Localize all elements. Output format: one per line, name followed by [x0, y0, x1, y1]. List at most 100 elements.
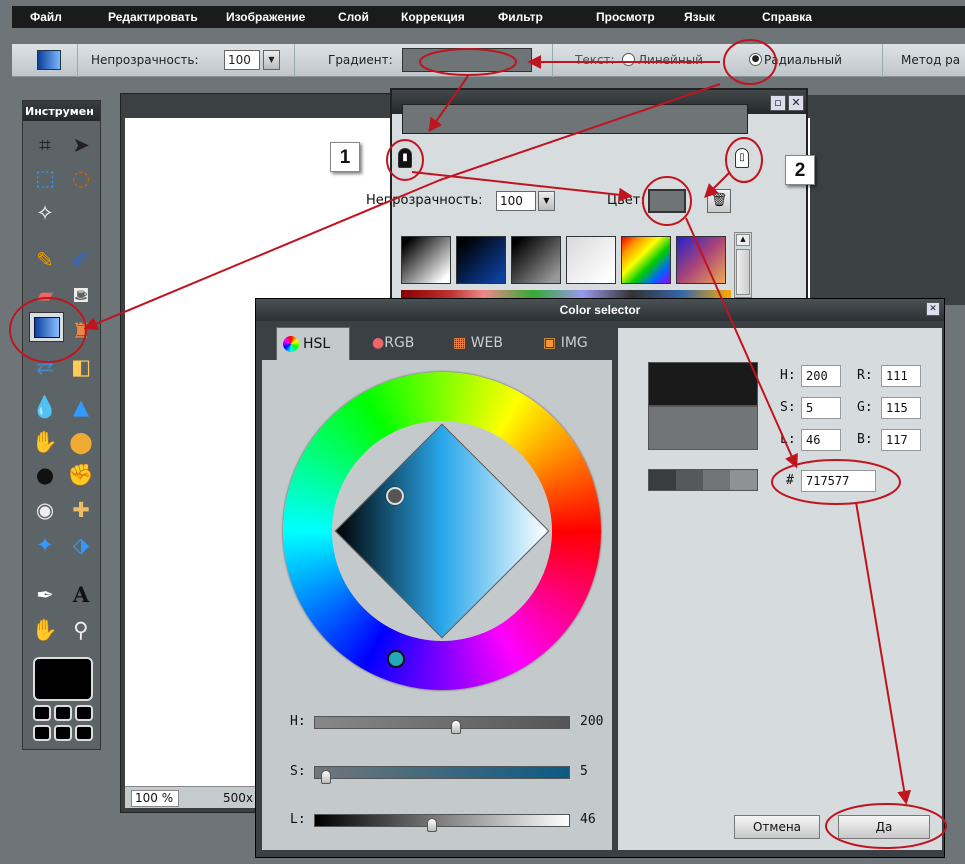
h-slider-track[interactable]: [314, 716, 570, 729]
spot-heal-icon[interactable]: ✚: [66, 495, 96, 525]
g-field[interactable]: 115: [881, 397, 921, 419]
preset-gradient-2[interactable]: [456, 236, 506, 284]
menu-view[interactable]: Просмотр: [596, 10, 655, 24]
b-field[interactable]: 117: [881, 429, 921, 451]
move-icon[interactable]: ➤: [66, 130, 96, 160]
magic-wand-icon[interactable]: ✧: [30, 198, 60, 228]
stop-color-label: Цвет:: [607, 193, 645, 208]
r-field-label: R:: [857, 368, 873, 383]
bloat-icon[interactable]: ✦: [30, 530, 60, 560]
dodge-icon[interactable]: ✊: [66, 460, 96, 490]
hue-picker-handle[interactable]: [387, 650, 405, 668]
tab-web-label: WEB: [470, 335, 503, 351]
preset-gradient-6[interactable]: [676, 236, 726, 284]
cancel-button[interactable]: Отмена: [734, 815, 820, 839]
menu-help[interactable]: Справка: [762, 10, 812, 24]
s-field[interactable]: 5: [801, 397, 841, 419]
h-slider-value: 200: [580, 714, 604, 729]
brush-icon[interactable]: ✐: [66, 245, 96, 275]
tab-hsl[interactable]: HSL: [276, 327, 350, 361]
l-slider-thumb[interactable]: [427, 818, 437, 832]
preset-scrollbar[interactable]: ▲: [734, 232, 752, 298]
h-field-label: H:: [780, 368, 796, 383]
options-bar: Непрозрачность: 100 ▼ Градиент: Текст: Л…: [12, 44, 965, 77]
stamp-icon[interactable]: ♜: [66, 316, 96, 346]
foreground-color-swatch[interactable]: [33, 657, 93, 701]
gradient-tool-icon[interactable]: [37, 50, 61, 70]
text-tool-icon[interactable]: A: [66, 580, 96, 610]
stop-opacity-label: Непрозрачность:: [366, 193, 483, 208]
opacity-dropdown-button[interactable]: ▼: [263, 50, 280, 70]
hand-icon[interactable]: ✋: [30, 615, 60, 645]
menu-bar: Файл Редактировать Изображение Слой Корр…: [12, 6, 965, 28]
stop-opacity-input[interactable]: 100: [496, 191, 536, 211]
ok-button[interactable]: Да: [838, 815, 930, 839]
preset-gradient-3[interactable]: [511, 236, 561, 284]
toolbox-title: Инструмен: [23, 101, 100, 121]
menu-language[interactable]: Язык: [684, 10, 715, 24]
gradient-stop-left[interactable]: ▮: [398, 148, 412, 168]
restore-icon[interactable]: ▫: [770, 95, 786, 111]
recent-colors[interactable]: [648, 469, 758, 491]
l-field[interactable]: 46: [801, 429, 841, 451]
s-slider-thumb[interactable]: [321, 770, 331, 784]
l-field-label: L:: [780, 432, 796, 447]
h-field[interactable]: 200: [801, 365, 841, 387]
color-selector-title: Color selector: [256, 299, 944, 321]
dialog-close-icon[interactable]: ✕: [926, 302, 940, 316]
close-icon[interactable]: ✕: [788, 95, 804, 111]
callout-2: 2: [785, 155, 815, 185]
blur-icon[interactable]: 💧: [30, 392, 60, 422]
pencil-icon[interactable]: ✎: [30, 245, 60, 275]
menu-image[interactable]: Изображение: [226, 10, 305, 24]
opacity-input[interactable]: 100: [224, 50, 260, 70]
h-slider-thumb[interactable]: [451, 720, 461, 734]
menu-filter[interactable]: Фильтр: [498, 10, 543, 24]
tab-web[interactable]: ▦ WEB: [453, 327, 503, 360]
burn-icon[interactable]: ●: [30, 460, 60, 490]
preset-gradient-4[interactable]: [566, 236, 616, 284]
tab-hsl-label: HSL: [303, 336, 331, 352]
marquee-icon[interactable]: ⬚: [30, 163, 60, 193]
replace-color-icon[interactable]: ⇄: [30, 352, 60, 382]
s-slider-label: S:: [290, 764, 306, 779]
delete-stop-icon[interactable]: 🗑: [707, 189, 731, 213]
tab-rgb[interactable]: ●RGB: [372, 327, 414, 360]
old-color-preview: [648, 406, 758, 450]
menu-layer[interactable]: Слой: [338, 10, 369, 24]
menu-file[interactable]: Файл: [30, 10, 62, 24]
zoom-icon[interactable]: ⚲: [66, 615, 96, 645]
gradient-stop-right[interactable]: ▯: [735, 148, 749, 168]
sharpen-icon[interactable]: ▲: [66, 392, 96, 422]
radial-radio[interactable]: ●: [749, 53, 762, 66]
preset-swatches[interactable]: [33, 705, 93, 743]
workspace-background: [808, 95, 965, 305]
pinch-icon[interactable]: ⬗: [66, 530, 96, 560]
sponge-icon[interactable]: ⬤: [66, 427, 96, 457]
paint-bucket-icon[interactable]: ⛾: [66, 280, 96, 310]
red-eye-icon[interactable]: ◉: [30, 495, 60, 525]
hex-field[interactable]: 717577: [801, 470, 876, 492]
linear-radio[interactable]: [622, 53, 635, 66]
stop-opacity-dropdown[interactable]: ▼: [538, 191, 555, 211]
s-slider-track[interactable]: [314, 766, 570, 779]
color-picker-icon[interactable]: ✒: [30, 580, 60, 610]
eraser-icon[interactable]: ▰: [30, 280, 60, 310]
lasso-icon[interactable]: ◌: [66, 163, 96, 193]
zoom-level[interactable]: 100 %: [131, 790, 179, 807]
sl-picker-handle[interactable]: [386, 487, 404, 505]
shape-icon[interactable]: ◧: [66, 352, 96, 382]
stop-color-swatch[interactable]: [648, 189, 686, 213]
menu-edit[interactable]: Редактировать: [108, 10, 198, 24]
preset-gradient-1[interactable]: [401, 236, 451, 284]
r-field[interactable]: 111: [881, 365, 921, 387]
gradient-preview[interactable]: [402, 48, 532, 72]
gradient-preview-strip[interactable]: [402, 104, 748, 134]
preset-gradient-5[interactable]: [621, 236, 671, 284]
tab-img[interactable]: ▣ IMG: [543, 327, 588, 360]
smudge-icon[interactable]: ✋: [30, 427, 60, 457]
gradient-tool-button[interactable]: [29, 312, 64, 342]
l-slider-track[interactable]: [314, 814, 570, 827]
crop-icon[interactable]: ⌗: [30, 130, 60, 160]
menu-adjust[interactable]: Коррекция: [401, 10, 465, 24]
